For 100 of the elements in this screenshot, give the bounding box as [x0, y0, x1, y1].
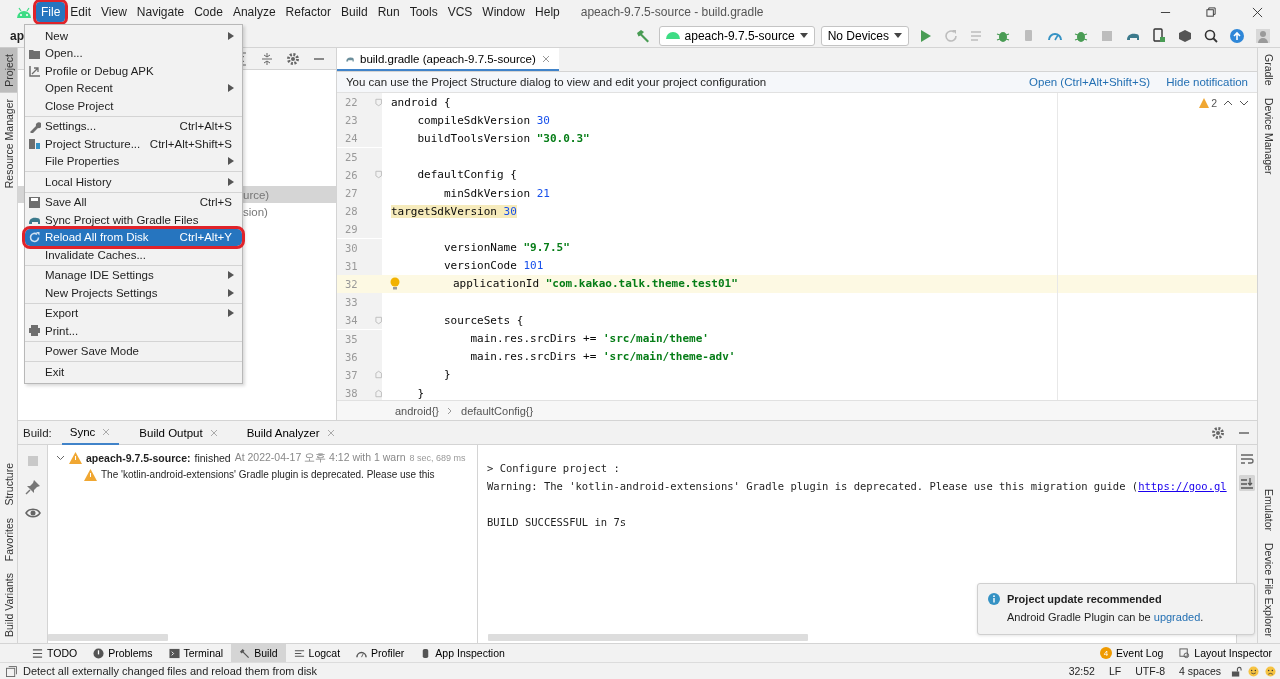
- menu-item[interactable]: Window: [477, 2, 531, 22]
- panel-tab[interactable]: Build Output: [131, 420, 227, 445]
- fold-marker-icon[interactable]: [374, 370, 382, 380]
- update-icon[interactable]: [1229, 27, 1245, 44]
- menu-item[interactable]: Print...: [25, 322, 242, 340]
- menu-item[interactable]: Refactor: [280, 2, 336, 22]
- tool-window-tab[interactable]: Favorites: [0, 511, 17, 567]
- device-manager-icon[interactable]: [1151, 27, 1167, 44]
- tool-window-button[interactable]: Terminal: [160, 644, 232, 662]
- panel-toggle-icon[interactable]: [6, 665, 17, 677]
- warning-count[interactable]: 2: [1199, 97, 1217, 109]
- menu-item[interactable]: Open...: [25, 44, 242, 62]
- fold-marker-icon[interactable]: [374, 315, 382, 325]
- tool-window-button[interactable]: Build: [231, 644, 286, 662]
- menu-item[interactable]: VCS: [442, 2, 478, 22]
- tool-window-button[interactable]: Logcat: [285, 644, 349, 662]
- settings-icon[interactable]: [1210, 424, 1226, 441]
- panel-tab[interactable]: Build Analyzer: [238, 420, 344, 445]
- tool-window-button[interactable]: Profiler: [348, 644, 413, 662]
- fold-marker-icon[interactable]: [374, 97, 382, 107]
- status-item[interactable]: 4 spaces: [1174, 665, 1225, 677]
- scroll-to-end-icon[interactable]: [1239, 475, 1255, 491]
- smiley-icon[interactable]: [1248, 665, 1259, 677]
- menu-item[interactable]: View: [96, 2, 132, 22]
- menu-item[interactable]: Local History: [25, 173, 242, 191]
- tool-window-tab[interactable]: Device Manager: [1258, 91, 1280, 180]
- menu-item[interactable]: New Projects Settings: [25, 284, 242, 302]
- chevron-icon[interactable]: [56, 453, 65, 462]
- fold-marker-icon[interactable]: [374, 170, 382, 180]
- frown-icon[interactable]: [1265, 665, 1276, 677]
- lock-icon[interactable]: [1231, 665, 1242, 677]
- tool-window-tab[interactable]: Project: [0, 48, 17, 93]
- menu-item[interactable]: Save All Ctrl+S: [25, 193, 242, 211]
- notification-link[interactable]: Hide notification: [1166, 76, 1248, 88]
- menu-item[interactable]: Edit: [65, 2, 97, 22]
- panel-tab[interactable]: Sync: [61, 420, 120, 445]
- hammer-icon[interactable]: [634, 27, 651, 44]
- menu-item[interactable]: Open Recent: [25, 79, 242, 97]
- editor-tab[interactable]: build.gradle (apeach-9.7.5-source): [337, 48, 559, 71]
- status-item[interactable]: 32:52: [1064, 665, 1099, 677]
- tool-window-button[interactable]: TODO: [24, 644, 86, 662]
- menu-item[interactable]: Manage IDE Settings: [25, 266, 242, 284]
- menu-item[interactable]: Close Project: [25, 97, 242, 115]
- package-icon[interactable]: [1177, 27, 1193, 44]
- menu-item[interactable]: Settings... Ctrl+Alt+S: [25, 117, 242, 135]
- breadcrumb[interactable]: android{}: [395, 404, 440, 417]
- code-line: main.res.srcDirs += 'src/main/theme-adv': [469, 350, 736, 364]
- menu-item[interactable]: Power Save Mode: [25, 342, 242, 360]
- tool-window-button[interactable]: Problems: [85, 644, 161, 662]
- menu-item[interactable]: Code: [189, 2, 228, 22]
- line-number: 33: [345, 296, 359, 309]
- soft-wrap-icon[interactable]: [1239, 451, 1255, 467]
- breadcrumb[interactable]: ap: [10, 28, 24, 43]
- lightbulb-icon[interactable]: [390, 277, 400, 291]
- menu-item[interactable]: Navigate: [131, 2, 190, 22]
- menu-item[interactable]: Tools: [404, 2, 443, 22]
- menu-item[interactable]: File Properties: [25, 152, 242, 170]
- menu-item[interactable]: Export: [25, 304, 242, 322]
- tool-window-tab[interactable]: Structure: [0, 457, 17, 512]
- status-item[interactable]: LF: [1104, 665, 1126, 677]
- tool-window-tab[interactable]: Build Variants: [0, 567, 17, 643]
- console-link[interactable]: https://goo.gl: [1138, 480, 1227, 492]
- run-config-dropdown[interactable]: apeach-9.7.5-source: [658, 25, 815, 46]
- scrollbar[interactable]: [488, 634, 808, 641]
- menu-item[interactable]: Invalidate Caches...: [25, 246, 242, 264]
- pin-icon[interactable]: [24, 479, 41, 495]
- menu-item[interactable]: Project Structure... Ctrl+Alt+Shift+S: [25, 135, 242, 153]
- tool-window-button[interactable]: 4 Event Log: [1092, 644, 1172, 662]
- menu-item[interactable]: Analyze: [227, 2, 281, 22]
- settings-icon[interactable]: [285, 50, 301, 67]
- tool-window-tab[interactable]: Emulator: [1258, 483, 1280, 538]
- layout-icon: [1179, 647, 1191, 659]
- device-dropdown[interactable]: No Devices: [820, 25, 909, 46]
- status-item[interactable]: UTF-8: [1131, 665, 1169, 677]
- close-icon[interactable]: [1251, 6, 1263, 18]
- tool-window-tab[interactable]: Device File Explorer: [1258, 537, 1280, 643]
- line-number: 38: [345, 387, 359, 400]
- logcat-icon: [293, 647, 305, 659]
- search-icon[interactable]: [1203, 27, 1219, 44]
- tool-window-button[interactable]: App Inspection: [412, 644, 513, 662]
- user-icon[interactable]: [1255, 27, 1271, 44]
- menu-item[interactable]: Build: [335, 2, 373, 22]
- menu-item[interactable]: Exit: [25, 363, 242, 381]
- breadcrumb[interactable]: defaultConfig{}: [461, 404, 534, 417]
- menu-item[interactable]: Sync Project with Gradle Files: [25, 211, 242, 229]
- tool-window-tab[interactable]: Gradle: [1258, 48, 1280, 92]
- collapse-all-icon[interactable]: [259, 50, 275, 67]
- fold-marker-icon[interactable]: [374, 388, 382, 398]
- restore-icon[interactable]: [1205, 6, 1217, 18]
- menu-item[interactable]: Reload All from Disk Ctrl+Alt+Y: [25, 228, 242, 246]
- menu-item[interactable]: Help: [530, 2, 565, 22]
- menu-item[interactable]: Run: [372, 2, 405, 22]
- notification-link[interactable]: Open (Ctrl+Alt+Shift+S): [1029, 76, 1151, 88]
- menu-item[interactable]: New: [25, 27, 242, 45]
- menu-item[interactable]: Profile or Debug APK: [25, 62, 242, 80]
- code-line: versionName "9.7.5": [442, 241, 570, 255]
- scrollbar[interactable]: [48, 634, 168, 641]
- tool-window-tab[interactable]: Resource Manager: [0, 92, 17, 194]
- menu-item[interactable]: File: [36, 2, 66, 22]
- tool-window-button[interactable]: Layout Inspector: [1171, 644, 1280, 662]
